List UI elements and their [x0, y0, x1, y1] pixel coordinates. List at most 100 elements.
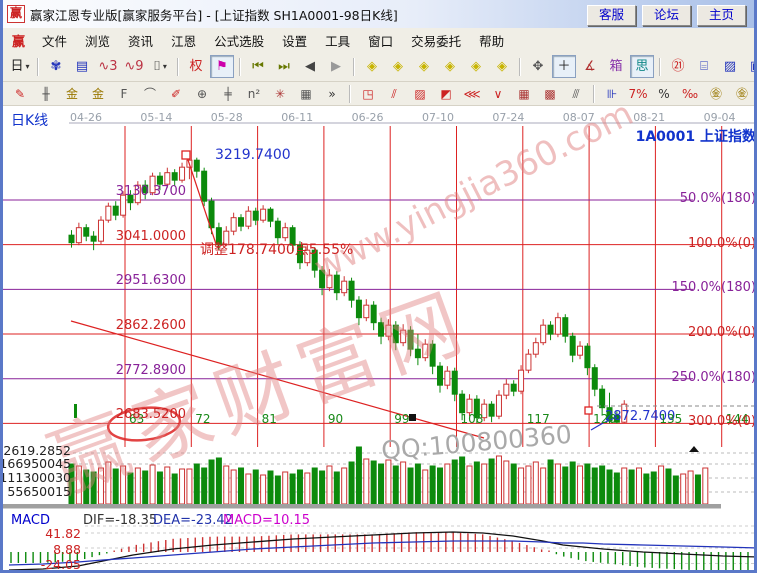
percent7-icon[interactable]: 7% — [626, 83, 650, 104]
period-label: 日K线 — [11, 110, 48, 130]
price-level-label: 2683.5200 — [116, 407, 186, 422]
notepad-icon[interactable]: ▨ — [718, 55, 742, 78]
bar-number-label: 72 — [195, 412, 210, 426]
gann-fan-icon[interactable]: ⫽ — [382, 83, 406, 104]
next-page-icon[interactable]: ▶ — [324, 55, 348, 78]
wave3-icon[interactable]: ∿3 — [96, 55, 120, 78]
bar-number-label: 99 — [394, 412, 409, 426]
diamond-vexpand-icon[interactable]: ◈ — [464, 55, 488, 78]
parallel-lines-icon[interactable]: ⫻ — [564, 83, 588, 104]
pullback-annotation: 调整178.7400点5.55% — [200, 239, 353, 259]
diamond-hexpand-icon[interactable]: ◈ — [412, 55, 436, 78]
f-grid-icon[interactable]: F — [112, 83, 136, 104]
toolbar-separator — [593, 85, 595, 103]
menu-item-帮助[interactable]: 帮助 — [470, 32, 513, 51]
last-page-icon[interactable]: ⏭ — [272, 55, 296, 78]
fan-lines-icon[interactable]: ⋘ — [460, 83, 484, 104]
date-label: 06-26 — [352, 111, 384, 124]
star-compass-icon[interactable]: ✳ — [268, 83, 292, 104]
symbol-label: 1A0001 上证指数 — [636, 126, 756, 146]
percent-level-label: 250.0%(180) — [671, 370, 756, 385]
candle-style-dropdown[interactable]: ⌷▾ — [148, 55, 172, 78]
menu-item-文件[interactable]: 文件 — [33, 32, 76, 51]
macd-scale-label: -24.05 — [41, 557, 81, 572]
grid-123-icon[interactable]: ▦ — [294, 83, 318, 104]
percent-icon[interactable]: % — [652, 83, 676, 104]
hand-tool-icon[interactable]: ✥ — [526, 55, 550, 78]
toolbar-separator — [177, 58, 179, 76]
bar-number-label: 81 — [262, 412, 277, 426]
calculator-icon[interactable]: ⌸ — [692, 55, 716, 78]
volume-scale-label: 166950045 — [0, 456, 71, 471]
platform-icon[interactable]: ✾ — [44, 55, 68, 78]
percent-level-label: 150.0%(180) — [671, 280, 756, 295]
menu-item-设置[interactable]: 设置 — [273, 32, 316, 51]
macd-dif-value: DIF=-18.35 — [83, 513, 157, 528]
dropdown-arrow-icon: ▾ — [163, 63, 167, 71]
bar-number-label: 126 — [593, 412, 616, 426]
date-label: 08-07 — [563, 111, 595, 124]
brush-icon[interactable]: ✎ — [8, 83, 32, 104]
kline-chart-svg[interactable] — [3, 106, 757, 573]
menu-item-浏览[interactable]: 浏览 — [76, 32, 119, 51]
menu-item-交易委托[interactable]: 交易委托 — [402, 32, 470, 51]
wave9-icon[interactable]: ∿9 — [122, 55, 146, 78]
restore-rights-icon[interactable]: 权 — [184, 55, 208, 78]
gold-circle1-icon[interactable]: ㊎ — [704, 83, 728, 104]
grid-box1-icon[interactable]: ▦ — [512, 83, 536, 104]
circle-angle-icon[interactable]: ⊕ — [190, 83, 214, 104]
toolbar-separator — [519, 58, 521, 76]
info-icon[interactable]: ▤ — [70, 55, 94, 78]
pen-ruler-icon[interactable]: ✐ — [164, 83, 188, 104]
arc-grid-icon[interactable]: ⌒ — [138, 83, 162, 104]
toolbar-separator — [239, 58, 241, 76]
homepage-button[interactable]: 主页 — [697, 5, 746, 26]
diamond-left-icon[interactable]: ◈ — [360, 55, 384, 78]
zigzag-icon[interactable]: ∨ — [486, 83, 510, 104]
bars-grid-icon[interactable]: ╪ — [216, 83, 240, 104]
percent-level-label: 100.0%(0) — [688, 236, 756, 251]
chart-canvas[interactable]: 赢家财富网 www.yingjia360.com QQ:100800360 日K… — [3, 106, 757, 573]
peak-price-annotation: 3219.7400 — [215, 147, 291, 163]
percent-lines-icon[interactable]: ‰ — [678, 83, 702, 104]
box-fan-icon[interactable]: ◩ — [434, 83, 458, 104]
hatch-box-icon[interactable]: ▨ — [408, 83, 432, 104]
first-page-icon[interactable]: ⏮ — [246, 55, 270, 78]
gold-grid2-icon[interactable]: 金 — [86, 83, 110, 104]
gann-box-icon[interactable]: ◳ — [356, 83, 380, 104]
menu-item-江恩[interactable]: 江恩 — [162, 32, 205, 51]
kline-period-dropdown[interactable]: 日▾ — [8, 55, 32, 78]
crosshair-tool-icon[interactable]: ＋ — [552, 55, 576, 78]
volume-scale-label: 111300030 — [0, 470, 71, 485]
price-bars-icon[interactable]: ⊪ — [600, 83, 624, 104]
diamond-right-icon[interactable]: ◈ — [386, 55, 410, 78]
more-tools-chevron[interactable]: » — [320, 83, 344, 104]
diamond-vshrink-icon[interactable]: ◈ — [490, 55, 514, 78]
drawing-toolbar: ✎╫金金F⌒✐⊕╪n²✳▦»◳⫽▨◩⋘∨▦▩⫻⊪7%%‰㊎㊎✑Ã金⟋ — [3, 82, 754, 106]
n2-icon[interactable]: n² — [242, 83, 266, 104]
toolbar-separator — [349, 85, 351, 103]
menu-item-公式选股[interactable]: 公式选股 — [205, 32, 273, 51]
color-kline-icon[interactable]: ⚑ — [210, 55, 234, 78]
angle-tool-icon[interactable]: ∡ — [578, 55, 602, 78]
bar-number-label: 90 — [328, 412, 343, 426]
gold-grid1-icon[interactable]: 金 — [60, 83, 84, 104]
calendar-icon[interactable]: ㉑ — [666, 55, 690, 78]
date-label: 05-14 — [140, 111, 172, 124]
macd-panel-label: MACD — [11, 513, 50, 528]
forum-button[interactable]: 论坛 — [642, 5, 691, 26]
diamond-hshrink-icon[interactable]: ◈ — [438, 55, 462, 78]
application-window: 赢 赢家江恩专业版[赢家服务平台] - [上证指数 SH1A0001-98日K线… — [0, 0, 757, 573]
customer-service-button[interactable]: 客服 — [587, 5, 636, 26]
save-icon[interactable]: ▣ — [744, 55, 757, 78]
grid-icon[interactable]: ╫ — [34, 83, 58, 104]
box-analysis-icon[interactable]: 箱 — [604, 55, 628, 78]
prev-page-icon[interactable]: ◀ — [298, 55, 322, 78]
menu-item-窗口[interactable]: 窗口 — [359, 32, 402, 51]
grid-box2-icon[interactable]: ▩ — [538, 83, 562, 104]
gold-circle2-icon[interactable]: ㊎ — [730, 83, 754, 104]
menu-item-资讯[interactable]: 资讯 — [119, 32, 162, 51]
smart-analysis-icon[interactable]: 思 — [630, 55, 654, 78]
price-level-label: 2951.6300 — [116, 273, 186, 288]
menu-item-工具[interactable]: 工具 — [316, 32, 359, 51]
